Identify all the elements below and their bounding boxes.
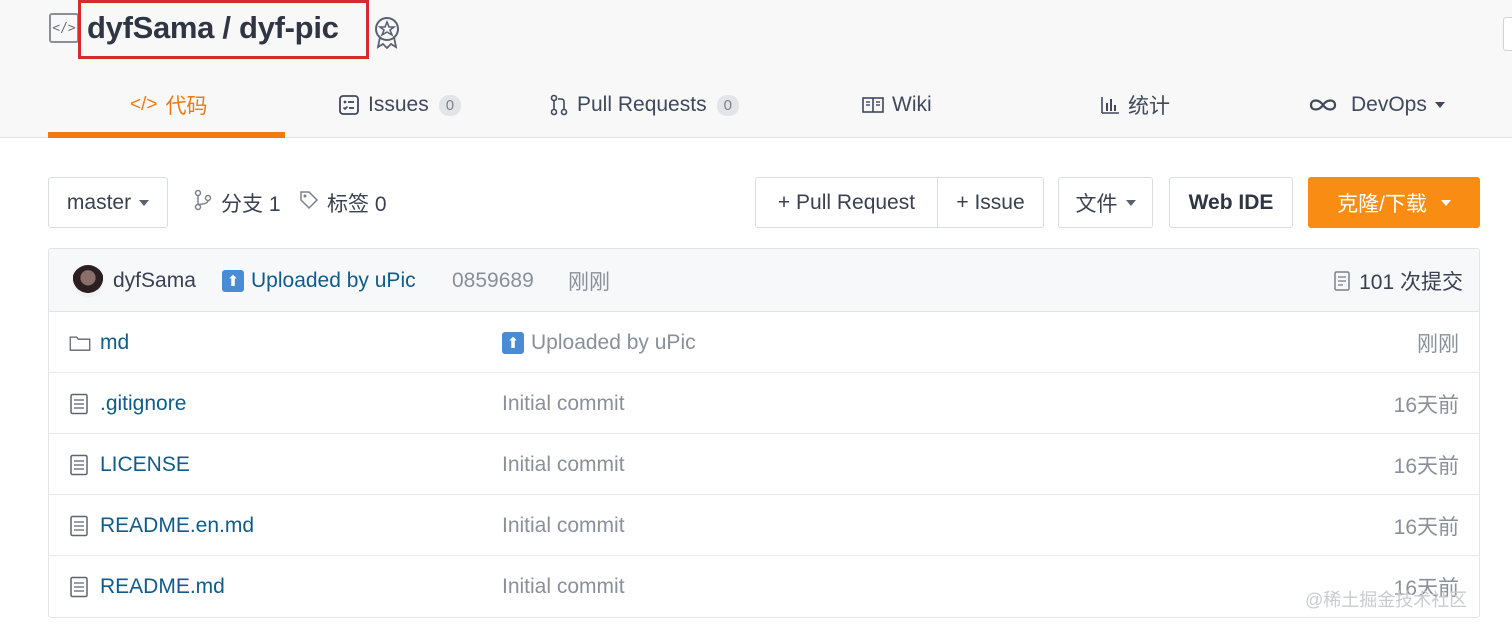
tab-label: Wiki [892, 93, 932, 116]
commit-count-link[interactable]: 101 次提交 [1333, 249, 1463, 312]
file-name: md [100, 330, 130, 354]
clone-download-button[interactable]: 克隆/下载 [1308, 177, 1480, 228]
bar-chart-icon [1100, 95, 1120, 115]
file-link[interactable]: README.md [69, 556, 225, 617]
pr-count-badge: 0 [716, 94, 739, 116]
tab-label: 代码 [165, 95, 208, 118]
tab-pull-requests[interactable]: Pull Requests 0 [549, 72, 739, 138]
file-table: dyfSama ⬆ Uploaded by uPic 0859689 刚刚 10… [48, 248, 1480, 618]
file-link[interactable]: .gitignore [69, 373, 186, 434]
file-icon [69, 515, 91, 537]
table-row: .gitignore Initial commit 16天前 [49, 373, 1479, 434]
file-commit-message[interactable]: ⬆ Uploaded by uPic [502, 312, 696, 373]
latest-commit-bar: dyfSama ⬆ Uploaded by uPic 0859689 刚刚 10… [49, 249, 1479, 312]
chevron-down-icon [1125, 199, 1136, 206]
file-name: README.en.md [100, 513, 255, 537]
commit-message-link[interactable]: ⬆ Uploaded by uPic [222, 249, 416, 312]
new-issue-button[interactable]: + Issue [937, 177, 1044, 228]
file-message: Uploaded by uPic [531, 330, 696, 354]
table-row: md ⬆ Uploaded by uPic 刚刚 [49, 312, 1479, 373]
file-icon [69, 454, 91, 476]
tab-label: Issues [368, 93, 429, 116]
folder-icon [69, 333, 91, 353]
file-time: 16天前 [1393, 515, 1459, 539]
issues-icon [338, 94, 360, 116]
infinity-icon [1309, 97, 1337, 113]
repo-tabs: </> 代码 Issues 0 Pull Requests 0 Wiki 统计 … [48, 72, 1512, 138]
active-tab-indicator [48, 132, 285, 138]
file-time: 16天前 [1393, 454, 1459, 478]
branches-count: 分支 1 [221, 192, 281, 216]
table-row: README.en.md Initial commit 16天前 [49, 495, 1479, 556]
tab-label: Pull Requests [577, 93, 707, 116]
tags-link[interactable]: 标签 0 [299, 177, 387, 228]
tab-issues[interactable]: Issues 0 [338, 72, 462, 138]
star-button-edge[interactable] [1503, 17, 1512, 51]
tab-label: DevOps [1351, 93, 1427, 116]
tab-devops[interactable]: DevOps [1309, 72, 1445, 138]
file-icon [69, 576, 91, 598]
commit-hash[interactable]: 0859689 [452, 249, 534, 312]
tab-label: 统计 [1128, 95, 1170, 118]
up-arrow-icon: ⬆ [502, 331, 524, 354]
clone-label: 克隆/下载 [1337, 192, 1427, 216]
chevron-down-icon [1434, 102, 1445, 108]
file-name: .gitignore [100, 391, 187, 415]
file-dropdown[interactable]: 文件 [1058, 177, 1153, 228]
watermark: @稀土掘金技术社区 [1305, 590, 1468, 610]
table-row: LICENSE Initial commit 16天前 [49, 434, 1479, 495]
file-link[interactable]: README.en.md [69, 495, 254, 556]
tab-stats[interactable]: 统计 [1100, 72, 1170, 138]
tags-count: 标签 0 [327, 192, 387, 216]
issues-count-badge: 0 [438, 94, 462, 116]
repo-title[interactable]: dyfSama / dyf-pic [87, 10, 339, 46]
branch-select[interactable]: master [48, 177, 168, 228]
tag-icon [299, 190, 319, 216]
commit-time: 刚刚 [568, 270, 610, 294]
repo-header: </> dyfSama / dyf-pic </> 代码 Issues 0 Pu… [0, 0, 1512, 138]
file-commit-message[interactable]: Initial commit [502, 373, 625, 434]
pull-request-icon [549, 94, 569, 116]
file-commit-message[interactable]: Initial commit [502, 556, 625, 617]
file-link[interactable]: md [69, 312, 129, 373]
up-arrow-icon: ⬆ [222, 269, 244, 292]
book-icon [862, 96, 884, 114]
recommend-badge-icon [375, 17, 399, 49]
avatar[interactable] [72, 265, 104, 297]
branches-link[interactable]: 分支 1 [193, 177, 281, 228]
file-time: 16天前 [1393, 393, 1459, 417]
file-time: 刚刚 [1417, 332, 1459, 356]
commit-count: 101 次提交 [1359, 270, 1463, 294]
chevron-down-icon [1440, 199, 1451, 206]
file-commit-message[interactable]: Initial commit [502, 495, 625, 556]
file-label: 文件 [1075, 192, 1118, 216]
code-icon: </> [49, 13, 79, 43]
commits-icon [1333, 270, 1351, 292]
new-pull-request-button[interactable]: + Pull Request [755, 177, 938, 228]
commit-author[interactable]: dyfSama [113, 249, 196, 312]
file-name: README.md [100, 574, 225, 598]
tab-wiki[interactable]: Wiki [862, 72, 932, 138]
branch-label: master [66, 190, 132, 214]
file-name: LICENSE [100, 452, 190, 476]
branch-icon [193, 189, 213, 217]
chevron-down-icon [139, 199, 150, 206]
commit-message: Uploaded by uPic [251, 268, 416, 292]
table-row: README.md Initial commit 16天前 [49, 556, 1479, 617]
file-icon [69, 393, 91, 415]
file-commit-message[interactable]: Initial commit [502, 434, 625, 495]
code-icon: </> [130, 94, 158, 115]
file-link[interactable]: LICENSE [69, 434, 190, 495]
web-ide-button[interactable]: Web IDE [1169, 177, 1293, 228]
tab-code[interactable]: </> 代码 [130, 72, 207, 138]
